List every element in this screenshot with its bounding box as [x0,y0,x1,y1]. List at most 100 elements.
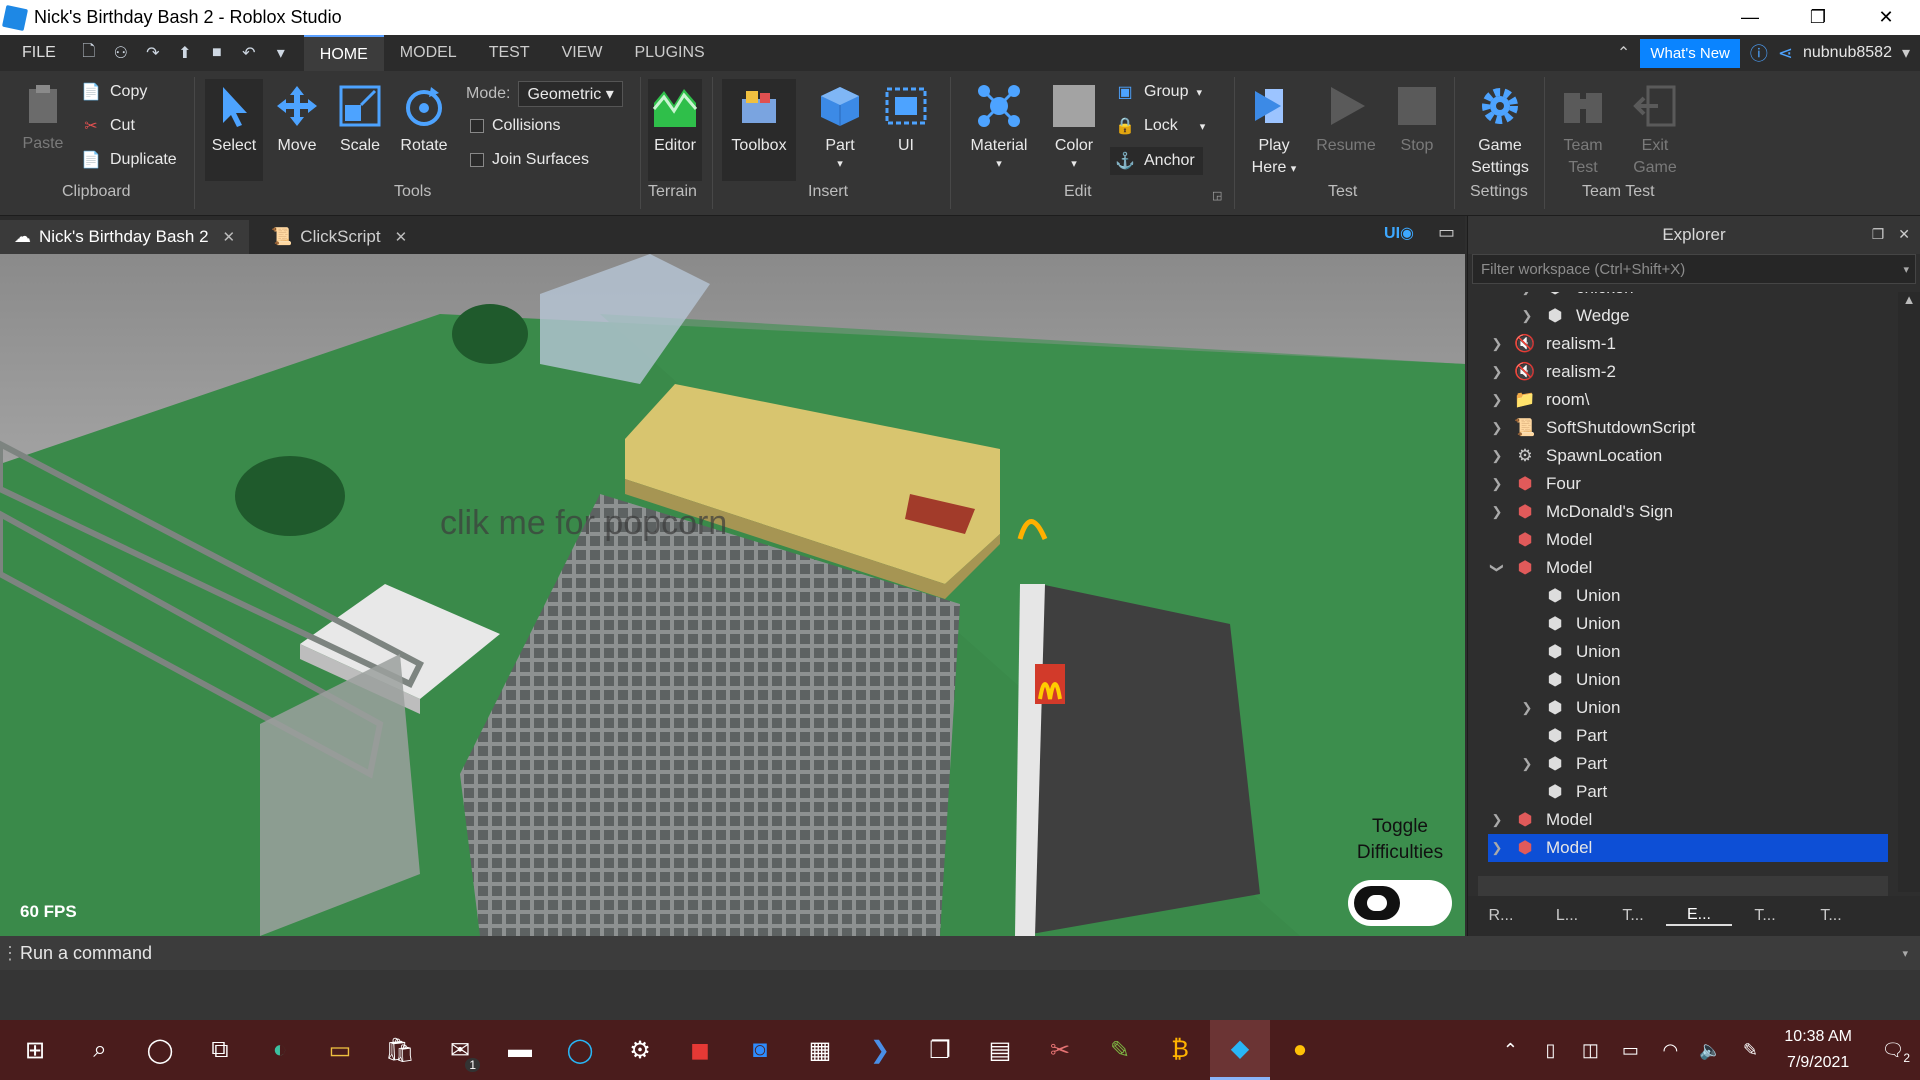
tree-item-chicken[interactable]: ❯⬢chicken [1518,292,1634,302]
tab-r[interactable]: R... [1468,907,1534,925]
stop-square-icon[interactable]: ■ [206,42,228,64]
close-tab-icon[interactable]: ✕ [223,228,236,246]
chevron-right-icon[interactable]: ❯ [1518,292,1536,296]
anchor-button[interactable]: ⚓ Anchor [1110,147,1203,175]
volume-icon[interactable]: 🔈 [1690,1040,1730,1061]
group-button[interactable]: ▣ Group ▾ [1114,81,1202,103]
select-button[interactable]: Select [205,79,263,181]
tree-item-union[interactable]: ❯ ⬢ Union [1518,694,1621,722]
search-icon[interactable]: ⌕ [70,1020,130,1080]
exit-game-button[interactable]: Exit Game [1626,83,1684,179]
battery-icon[interactable]: ▭ [1610,1040,1650,1061]
new-file-icon[interactable]: 🗋 [78,42,100,64]
tab-t[interactable]: T... [1600,907,1666,925]
snip-icon[interactable]: ✂ [1030,1020,1090,1080]
difficulties-toggle-switch[interactable] [1348,880,1452,926]
tree-item-model[interactable]: ⬢ Model [1488,526,1593,554]
tree-item-mcdonalds-sign[interactable]: ❯ ⬢ McDonald's Sign [1488,498,1673,526]
notifications-icon[interactable]: 🗨 2 [1866,1040,1920,1065]
file-menu[interactable]: FILE [0,44,78,62]
close-icon[interactable]: ✕ [1898,226,1910,243]
rotate-button[interactable]: Rotate [396,83,452,157]
chevron-right-icon[interactable]: ❯ [1518,756,1536,772]
monitor-app-icon[interactable]: ▤ [970,1020,1030,1080]
chevron-down-icon[interactable]: ▾ [1903,263,1909,276]
undo-icon[interactable]: ↶ [238,42,260,64]
copy-button[interactable]: 📄 Copy [80,81,147,103]
explorer-filter-input[interactable]: Filter workspace (Ctrl+Shift+X) ▾ [1472,254,1916,284]
task-view-icon[interactable]: ⧉ [190,1020,250,1080]
settings-gear-icon[interactable]: ⚙ [610,1020,670,1080]
chevron-right-icon[interactable]: ❯ [1488,420,1506,436]
chevron-right-icon[interactable]: ❯ [1518,700,1536,716]
app-l-icon[interactable]: ◼ [670,1020,730,1080]
collisions-checkbox[interactable] [470,119,484,133]
tree-item-part[interactable]: ⬢ Part [1518,722,1608,750]
collisions-toggle[interactable]: Collisions [470,117,560,135]
resume-button[interactable]: Resume [1310,83,1382,157]
move-button[interactable]: Move [272,83,322,157]
screen-record-icon[interactable]: ◫ [1570,1040,1610,1061]
tab-t[interactable]: T... [1732,907,1798,925]
edit-expand-icon[interactable]: ◲ [1212,189,1222,202]
customize-dropdown-icon[interactable]: ▾ [270,42,292,64]
close-tab-icon[interactable]: ✕ [395,228,408,246]
tree-item-realism-2[interactable]: ❯ 🔇 realism-2 [1488,358,1616,386]
tree-item-realism-1[interactable]: ❯ 🔇 realism-1 [1488,330,1616,358]
tree-item-model-selected[interactable]: ❯ ⬢ Model [1488,834,1888,862]
user-dropdown-icon[interactable]: ▾ [1902,43,1910,63]
scroll-up-icon[interactable]: ▲ [1898,292,1920,314]
wifi-icon[interactable]: ◠ [1650,1040,1690,1061]
command-bar[interactable]: ⋮ Run a command ▾ [0,936,1920,970]
tree-item-wedge[interactable]: ❯ ⬢ Wedge [1518,302,1630,330]
explorer-vertical-scrollbar[interactable]: ▲ [1898,292,1920,892]
mail-icon[interactable]: ✉ 1 [430,1020,490,1080]
roblox-studio-taskbar-icon[interactable]: ◆ [1210,1020,1270,1080]
collapse-ribbon-icon[interactable]: ⌃ [1617,43,1630,63]
material-button[interactable]: Material ▾ [964,83,1034,170]
device-emulator-icon[interactable]: ▭ [1438,222,1455,243]
tree-item-union[interactable]: ⬢ Union [1518,638,1621,666]
documents-icon[interactable]: ❐ [910,1020,970,1080]
part-button[interactable]: Part ▾ [812,83,868,170]
powershell-icon[interactable]: ❯ [850,1020,910,1080]
scale-button[interactable]: Scale [334,83,386,157]
close-button[interactable]: ✕ [1852,0,1920,35]
tab-l[interactable]: L... [1534,907,1600,925]
help-icon[interactable]: ⓘ [1750,40,1768,66]
tree-item-four[interactable]: ❯ ⬢ Four [1488,470,1581,498]
command-input[interactable]: Run a command [20,943,152,964]
redo-icon[interactable]: ↷ [142,42,164,64]
tree-item-part[interactable]: ⬢ Part [1518,778,1608,806]
paste-button[interactable]: Paste [20,81,66,155]
start-button[interactable]: ⊞ [0,1020,70,1080]
terrain-editor-button[interactable]: Editor [648,79,702,181]
color-button[interactable]: Color ▾ [1046,83,1102,170]
tab-view[interactable]: VIEW [546,35,619,71]
explorer-horizontal-scrollbar[interactable] [1478,876,1888,896]
chevron-down-icon[interactable]: ▾ [1902,947,1908,960]
chevron-right-icon[interactable]: ❯ [1488,364,1506,380]
tab-home[interactable]: HOME [303,35,384,71]
minimize-button[interactable]: — [1716,0,1784,35]
tree-item-room[interactable]: ❯ 📁 room\ [1488,386,1590,414]
calculator-icon[interactable]: ▦ [790,1020,850,1080]
chevron-right-icon[interactable]: ❯ [1488,476,1506,492]
ui-button[interactable]: UI [880,83,932,157]
chevron-right-icon[interactable]: ❯ [1488,504,1506,520]
toolbox-button[interactable]: Toolbox [722,79,796,181]
cut-button[interactable]: ✂ Cut [80,115,135,137]
binoculars-icon[interactable]: ⚇ [110,42,132,64]
join-surfaces-checkbox[interactable] [470,153,484,167]
tree-item-union[interactable]: ⬢ Union [1518,610,1621,638]
cortana-icon[interactable]: ◯ [130,1020,190,1080]
chevron-right-icon[interactable]: ❯ [1488,812,1506,828]
duplicate-button[interactable]: 📄 Duplicate [80,149,177,171]
chevron-right-icon[interactable]: ❯ [1488,336,1506,352]
chevron-right-icon[interactable]: ❯ [1488,392,1506,408]
publish-icon[interactable]: ⬆ [174,42,196,64]
join-surfaces-toggle[interactable]: Join Surfaces [470,151,589,169]
tab-test[interactable]: TEST [473,35,546,71]
restore-button[interactable]: ❐ [1784,0,1852,35]
chevron-right-icon[interactable]: ❯ [1488,840,1506,856]
